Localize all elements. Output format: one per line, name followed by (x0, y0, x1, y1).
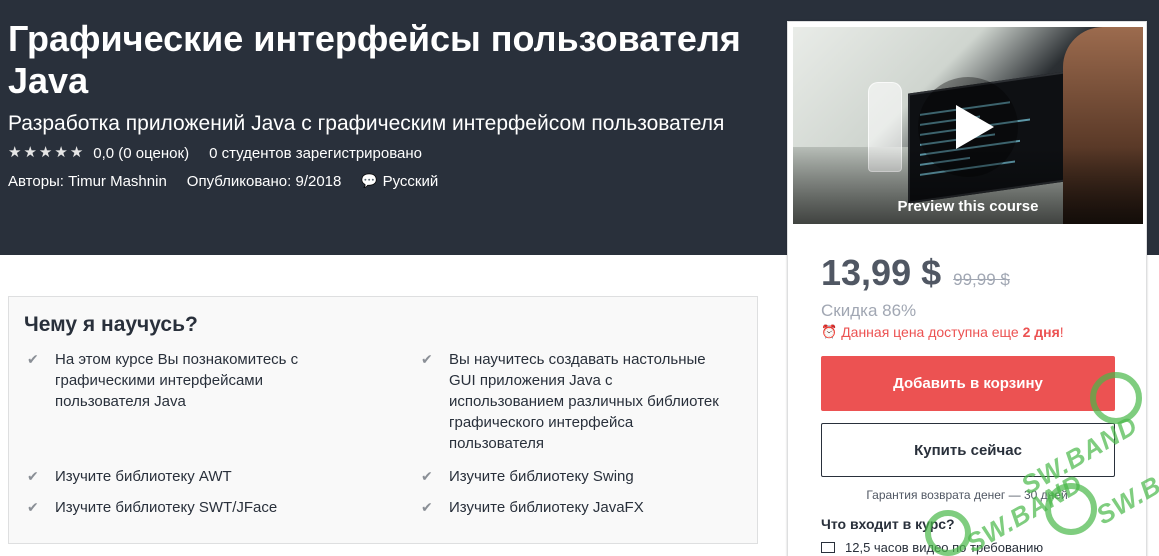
money-back-guarantee: Гарантия возврата денег — 30 дней (866, 488, 1068, 502)
buy-now-button[interactable]: Купить сейчас (821, 423, 1115, 477)
what-you-learn-box: Чему я научусь? ✔ На этом курсе Вы позна… (8, 296, 758, 544)
price-timer: ⏰ Данная цена доступна еще 2 дня! (821, 324, 1064, 340)
original-price: 99,99 $ (953, 270, 1010, 289)
course-subtitle: Разработка приложений Java с графическим… (8, 112, 725, 135)
course-meta: Авторы: Timur Mashnin Опубликовано: 9/20… (8, 171, 438, 191)
rating-row: ★ ★ ★ ★ ★ 0,0 (0 оценок) 0 студентов зар… (8, 143, 422, 163)
star-icon: ★ (54, 144, 68, 161)
course-title: Графические интерфейсы пользователя Java (8, 18, 741, 101)
includes-item-text: 12,5 часов видео по требованию (845, 540, 1044, 555)
course-published: Опубликовано: 9/2018 (186, 172, 342, 190)
discount-label: Скидка 86% (821, 301, 917, 320)
star-icon: ★ (23, 144, 37, 161)
rating-stars: ★ ★ ★ ★ ★ (8, 144, 85, 162)
star-icon: ★ (69, 144, 84, 161)
learn-item-text: На этом курсе Вы познакомитесь с графиче… (55, 351, 299, 410)
learn-item: ✔ На этом курсе Вы познакомитесь с графи… (25, 349, 385, 412)
video-icon (821, 542, 835, 553)
course-language: Русский (382, 172, 439, 190)
check-icon: ✔ (27, 351, 39, 367)
learn-item: ✔ Изучите библиотеку Swing (419, 466, 749, 487)
check-icon: ✔ (421, 499, 433, 515)
learn-item-text: Изучите библиотеку SWT/JFace (55, 499, 278, 516)
play-icon (956, 105, 994, 149)
what-you-learn-title: Чему я научусь? (24, 313, 198, 336)
course-authors: Авторы: Timur Mashnin (8, 172, 167, 190)
learn-item-text: Изучите библиотеку Swing (449, 468, 634, 485)
student-count: 0 студентов зарегистрировано (209, 144, 423, 162)
check-icon: ✔ (27, 499, 39, 515)
learn-item-text: Изучите библиотеку AWT (55, 468, 232, 485)
speech-bubble-icon: 💬 (361, 173, 378, 188)
learn-item-text: Вы научитесь создавать настольные GUI пр… (449, 351, 719, 452)
check-icon: ✔ (421, 351, 433, 367)
learn-item: ✔ Изучите библиотеку JavaFX (419, 497, 749, 518)
learn-item: ✔ Изучите библиотеку SWT/JFace (25, 497, 385, 518)
timer-text: Данная цена доступна еще 2 дня! (841, 324, 1064, 340)
learn-item-text: Изучите библиотеку JavaFX (449, 499, 644, 516)
check-icon: ✔ (421, 468, 433, 484)
price-row: 13,99 $ 99,99 $ (821, 252, 1010, 294)
course-preview[interactable]: Preview this course (793, 27, 1143, 224)
add-to-cart-button[interactable]: Добавить в корзину (821, 356, 1115, 411)
includes-title: Что входит в курс? (821, 516, 955, 532)
rating-value: 0,0 (0 оценок) (93, 144, 190, 162)
check-icon: ✔ (27, 468, 39, 484)
purchase-sidebar: Preview this course 13,99 $ 99,99 $ Скид… (787, 21, 1147, 556)
current-price: 13,99 $ (821, 252, 942, 293)
includes-item: 12,5 часов видео по требованию (821, 540, 1043, 555)
alarm-clock-icon: ⏰ (821, 324, 838, 339)
star-icon: ★ (38, 144, 53, 161)
preview-label[interactable]: Preview this course (793, 198, 1143, 215)
learn-item: ✔ Изучите библиотеку AWT (25, 466, 385, 487)
learn-item: ✔ Вы научитесь создавать настольные GUI … (419, 349, 749, 454)
play-button[interactable] (918, 77, 1018, 177)
star-icon: ★ (8, 144, 22, 161)
